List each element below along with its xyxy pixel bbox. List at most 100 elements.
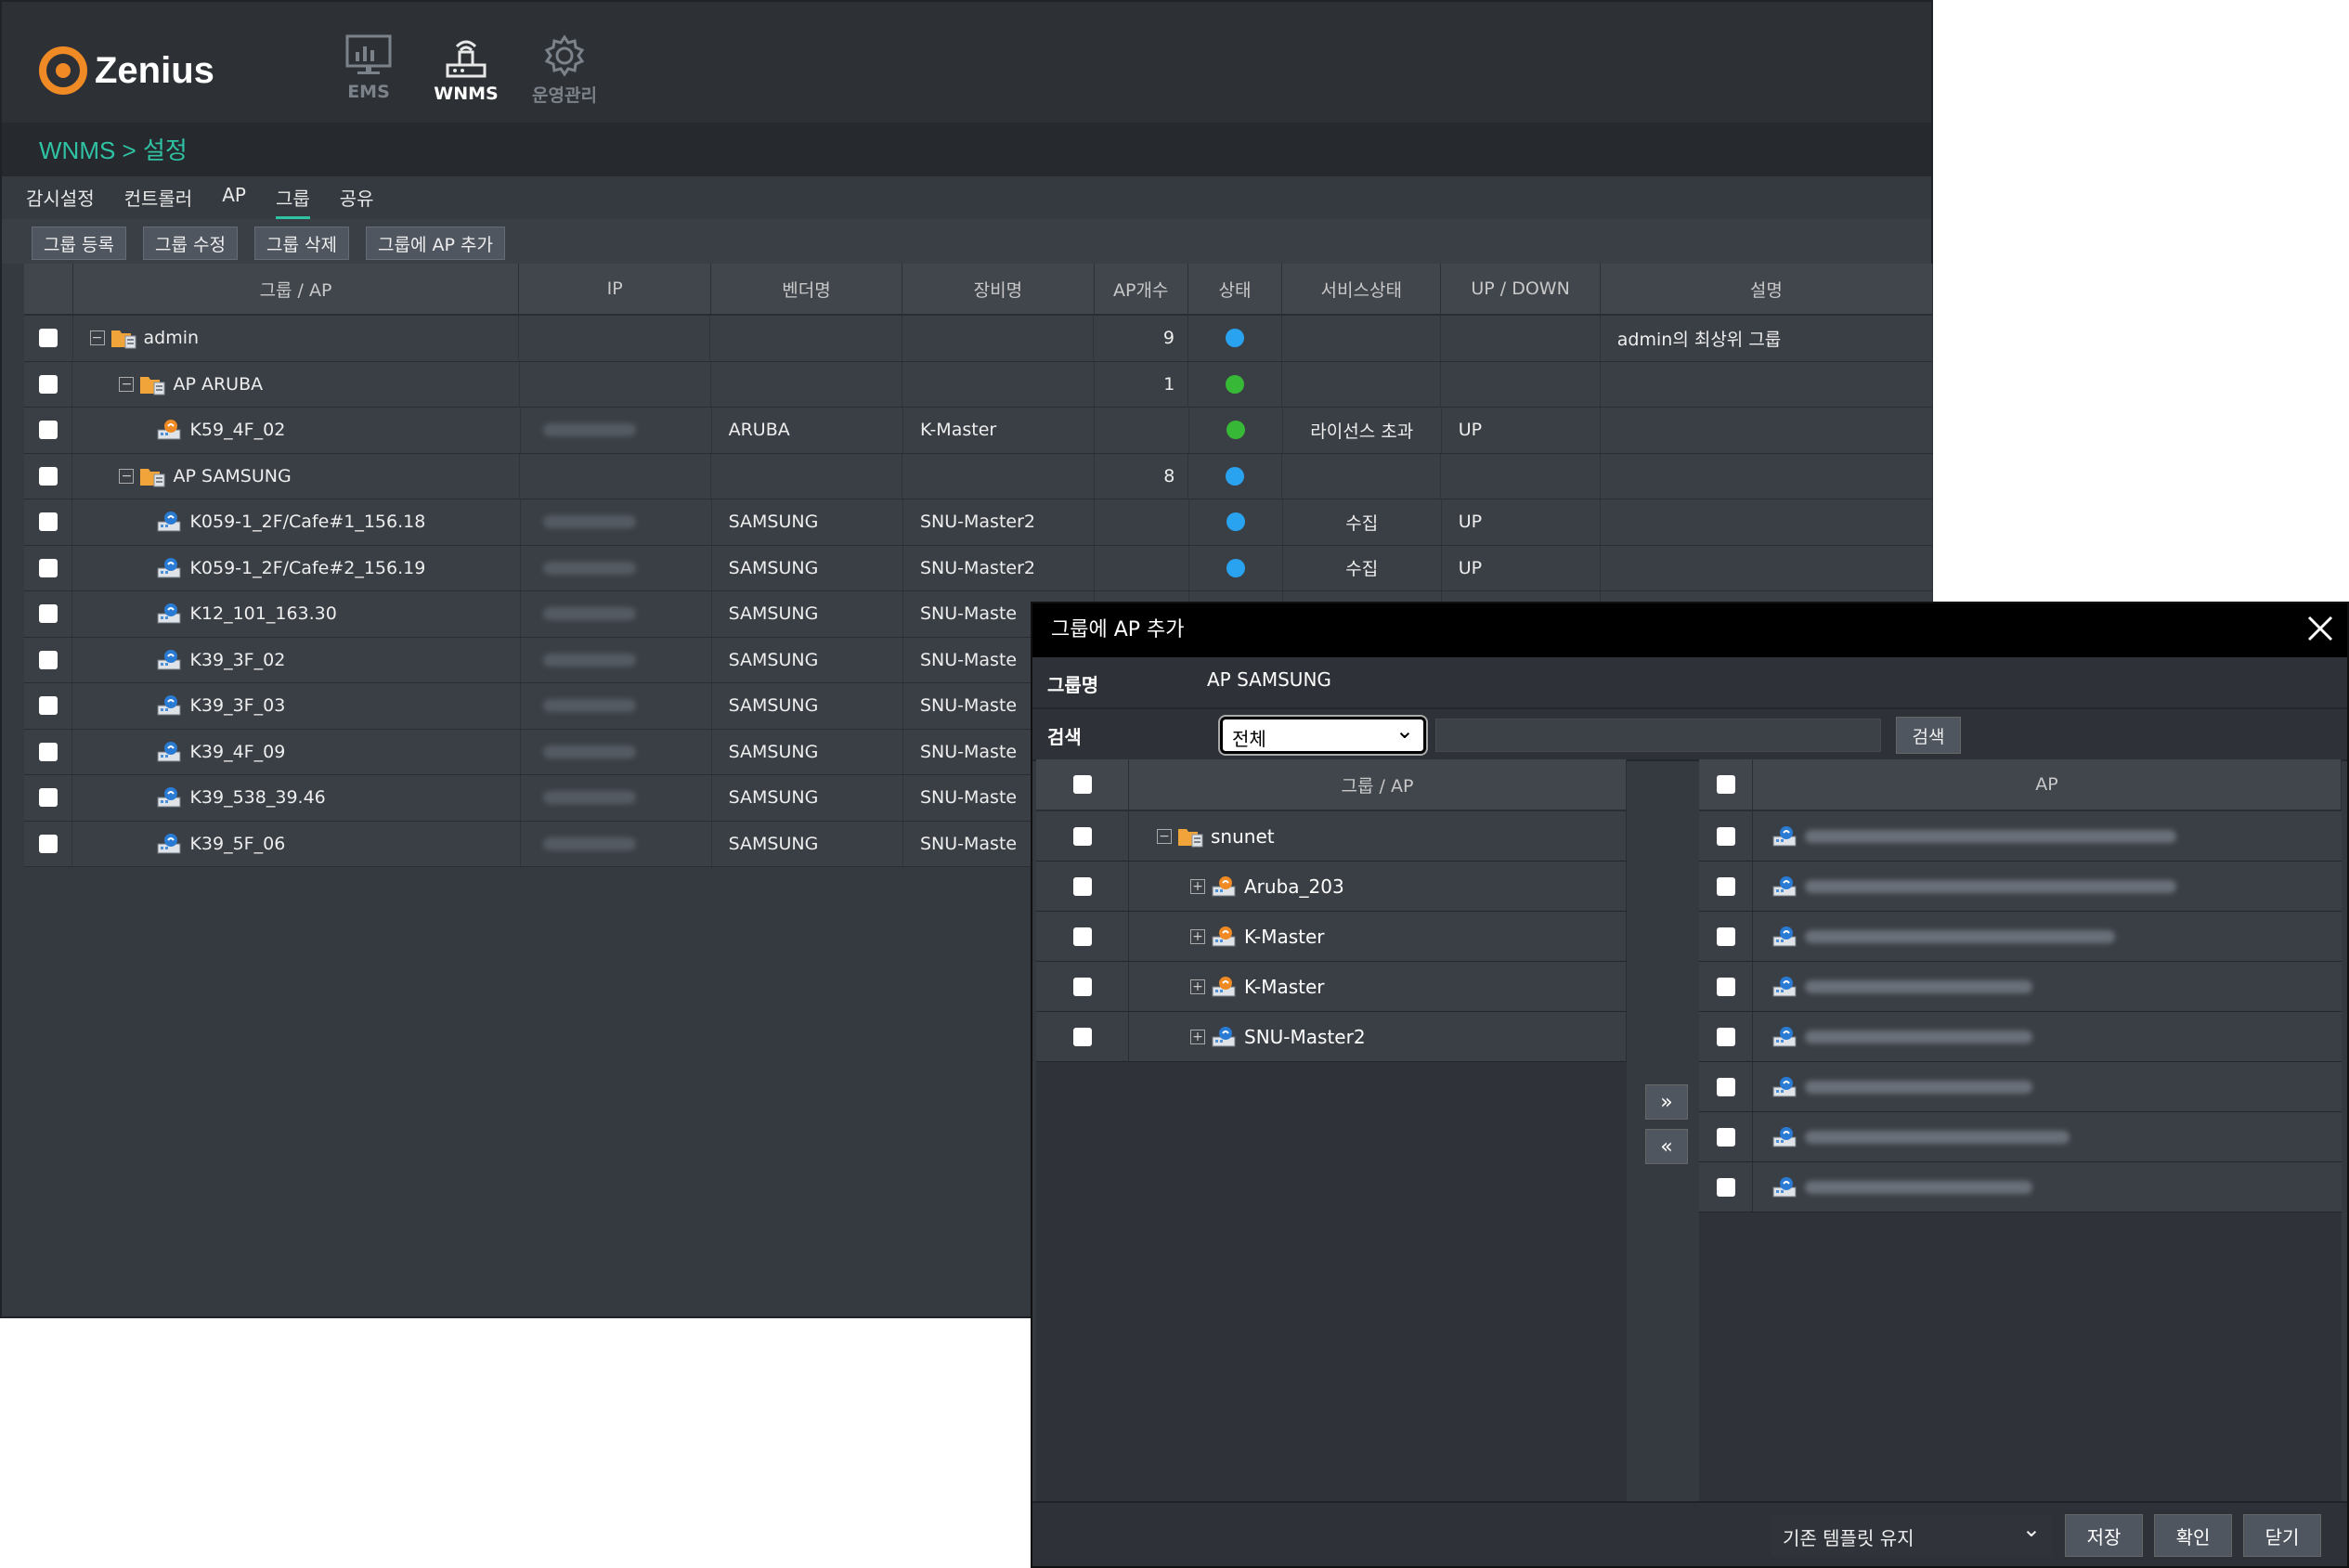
row-checkbox[interactable] <box>38 604 58 624</box>
tab-bar: 감시설정 컨트롤러 AP 그룹 공유 <box>26 176 404 219</box>
collapse-toggle-icon[interactable]: − <box>119 376 135 392</box>
row-ip-cell <box>521 775 712 821</box>
table-row[interactable]: K059-1_2F/Cafe#1_156.18 SAMSUNG SNU-Master… <box>24 499 1933 546</box>
ap-list-row[interactable] <box>1699 1062 2342 1112</box>
tree-row[interactable]: − snunet <box>1036 811 1627 862</box>
save-button[interactable]: 저장 <box>2065 1514 2143 1557</box>
row-checkbox[interactable] <box>38 788 58 808</box>
tree-row-checkbox[interactable] <box>1072 876 1092 896</box>
row-checkbox[interactable] <box>38 558 58 577</box>
close-icon[interactable] <box>2304 613 2336 644</box>
top-bar: Zenius EMS WNMS 운영관리 <box>2 2 1931 123</box>
row-checkbox[interactable] <box>38 834 58 853</box>
collapse-toggle-icon[interactable]: − <box>119 468 135 484</box>
ap-list-row[interactable] <box>1699 862 2342 912</box>
table-row[interactable]: − AP SAMSUNG 8 <box>24 453 1933 499</box>
tree-check-cell <box>1036 862 1129 911</box>
breadcrumb-bar <box>2 123 1931 176</box>
group-register-button[interactable]: 그룹 등록 <box>32 227 126 260</box>
tab-controller[interactable]: 컨트롤러 <box>124 176 193 219</box>
search-button[interactable]: 검색 <box>1896 717 1961 754</box>
row-checkbox[interactable] <box>38 742 58 761</box>
tree-row-checkbox[interactable] <box>1072 927 1092 946</box>
col-up-down[interactable]: UP / DOWN <box>1441 264 1601 314</box>
col-group-ap[interactable]: 그룹 / AP <box>73 264 520 314</box>
row-checkbox[interactable] <box>38 466 58 486</box>
tree-row-checkbox[interactable] <box>1072 826 1092 846</box>
access-point-icon <box>157 649 181 670</box>
ap-list-row[interactable] <box>1699 962 2342 1012</box>
row-check-cell <box>24 361 73 407</box>
ap-row-checkbox[interactable] <box>1716 1127 1735 1147</box>
col-device[interactable]: 장비명 <box>902 264 1095 314</box>
col-vendor[interactable]: 벤더명 <box>711 264 903 314</box>
nav-wnms[interactable]: WNMS <box>429 33 503 111</box>
group-name-row: 그룹명 AP SAMSUNG <box>1032 657 2347 709</box>
tree-row[interactable]: + Aruba_203 <box>1036 862 1627 912</box>
tree-row-checkbox[interactable] <box>1072 1027 1092 1046</box>
tree-row-checkbox[interactable] <box>1072 977 1092 996</box>
col-ip[interactable]: IP <box>519 264 711 314</box>
tree-row[interactable]: + K-Master <box>1036 962 1627 1012</box>
template-select[interactable]: 기존 템플릿 유지 <box>1771 1516 2052 1557</box>
col-service-state[interactable]: 서비스상태 <box>1282 264 1442 314</box>
col-state[interactable]: 상태 <box>1188 264 1283 314</box>
select-all-checkbox[interactable] <box>1716 775 1735 794</box>
col-description[interactable]: 설명 <box>1601 264 1933 314</box>
ap-list-row[interactable] <box>1699 1012 2342 1062</box>
group-edit-button[interactable]: 그룹 수정 <box>143 227 238 260</box>
row-checkbox[interactable] <box>38 329 58 348</box>
search-type-select[interactable]: 전체 <box>1218 715 1428 756</box>
table-row[interactable]: K59_4F_02 ARUBA K-Master 라이선스 초과 UP <box>24 408 1933 454</box>
select-all-checkbox[interactable] <box>1072 775 1092 794</box>
ap-list-row[interactable] <box>1699 1162 2342 1212</box>
ap-row-checkbox[interactable] <box>1716 1177 1735 1197</box>
table-row[interactable]: − admin 9 admin의 최상위 그룹 <box>24 316 1933 362</box>
tab-share[interactable]: 공유 <box>340 176 374 219</box>
tree-row[interactable]: + K-Master <box>1036 912 1627 962</box>
expand-toggle-icon[interactable]: + <box>1190 878 1205 894</box>
row-checkbox[interactable] <box>38 650 58 669</box>
expand-toggle-icon[interactable]: + <box>1190 928 1205 944</box>
col-ap-count[interactable]: AP개수 <box>1095 264 1188 314</box>
close-button[interactable]: 닫기 <box>2243 1514 2321 1557</box>
move-left-button[interactable]: « <box>1645 1129 1688 1164</box>
expand-toggle-icon[interactable]: + <box>1190 1029 1205 1044</box>
ap-row-checkbox[interactable] <box>1716 977 1735 996</box>
nav-ems[interactable]: EMS <box>331 33 406 111</box>
ap-list-row[interactable] <box>1699 1112 2342 1162</box>
expand-toggle-icon[interactable]: + <box>1190 978 1205 994</box>
ap-list-row[interactable] <box>1699 912 2342 962</box>
row-checkbox[interactable] <box>38 421 58 440</box>
nav-operations[interactable]: 운영관리 <box>527 33 602 111</box>
ap-row-checkbox[interactable] <box>1716 1027 1735 1046</box>
tab-monitoring[interactable]: 감시설정 <box>26 176 95 219</box>
group-delete-button[interactable]: 그룹 삭제 <box>254 227 349 260</box>
row-checkbox[interactable] <box>38 374 58 394</box>
gear-icon <box>544 34 585 77</box>
ap-list-row[interactable] <box>1699 811 2342 862</box>
move-right-button[interactable]: » <box>1645 1084 1688 1120</box>
ap-row-checkbox[interactable] <box>1716 1077 1735 1096</box>
tab-ap[interactable]: AP <box>222 176 246 219</box>
tab-group[interactable]: 그룹 <box>275 176 310 219</box>
ok-button[interactable]: 확인 <box>2154 1514 2232 1557</box>
ap-check-cell <box>1699 811 1753 861</box>
search-input[interactable] <box>1435 719 1881 752</box>
row-check-cell <box>24 316 73 361</box>
table-row[interactable]: K059-1_2F/Cafe#2_156.19 SAMSUNG SNU-Master… <box>24 545 1933 591</box>
row-checkbox[interactable] <box>38 696 58 716</box>
source-tree-body: − snunet + Aruba_203 + K-Master + K-Master + SNU-… <box>1036 811 1627 1062</box>
collapse-toggle-icon[interactable]: − <box>89 330 105 346</box>
row-name-cell: K39_538_39.46 <box>72 775 521 821</box>
collapse-toggle-icon[interactable]: − <box>1157 828 1172 844</box>
tree-row[interactable]: + SNU-Master2 <box>1036 1012 1627 1062</box>
row-vendor: SAMSUNG <box>712 683 903 729</box>
add-ap-to-group-button[interactable]: 그룹에 AP 추가 <box>366 227 505 260</box>
ap-row-checkbox[interactable] <box>1716 927 1735 946</box>
table-row[interactable]: − AP ARUBA 1 <box>24 361 1933 408</box>
ap-row-checkbox[interactable] <box>1716 876 1735 896</box>
ap-row-checkbox[interactable] <box>1716 826 1735 846</box>
zenius-logo[interactable]: Zenius <box>39 43 214 98</box>
row-checkbox[interactable] <box>38 512 58 532</box>
